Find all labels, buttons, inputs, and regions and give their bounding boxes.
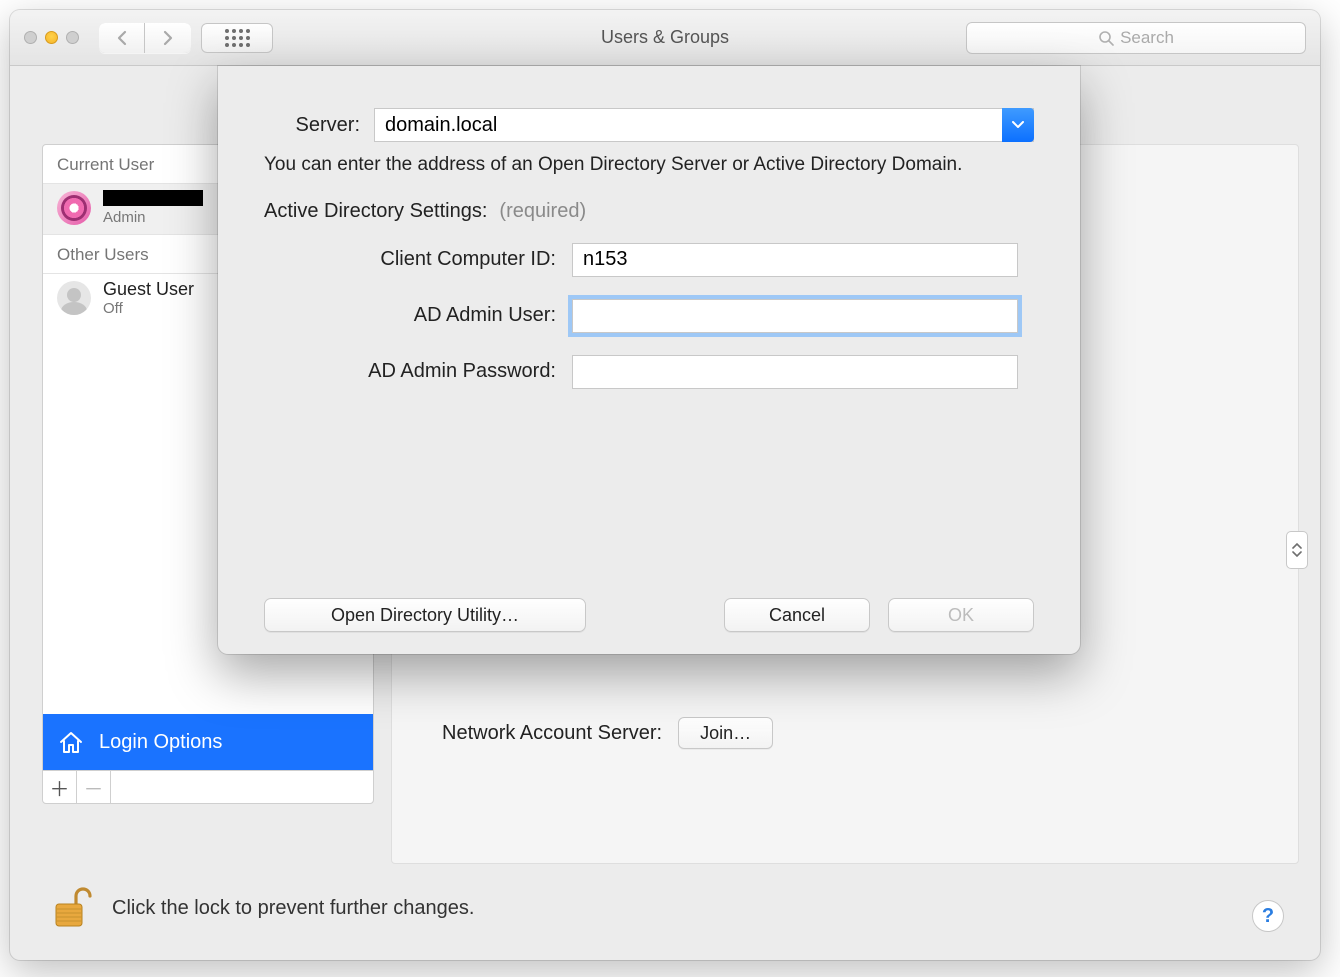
ad-user-label: AD Admin User: (264, 304, 572, 327)
network-account-server-row: Network Account Server: Join… (442, 717, 773, 749)
ok-button[interactable]: OK (888, 598, 1034, 632)
back-button[interactable] (99, 23, 145, 53)
client-id-label: Client Computer ID: (264, 248, 572, 271)
lock-text: Click the lock to prevent further change… (112, 897, 474, 920)
search-placeholder: Search (1120, 28, 1174, 48)
open-directory-utility-button[interactable]: Open Directory Utility… (264, 598, 586, 632)
grid-icon (225, 29, 250, 47)
search-field[interactable]: Search (966, 22, 1306, 54)
stepper[interactable] (1286, 531, 1308, 569)
nav-back-forward (99, 23, 191, 53)
ad-user-input[interactable] (572, 299, 1018, 333)
remove-user-button[interactable]: － (77, 771, 111, 803)
directory-sheet: Server: You can enter the address of an … (218, 66, 1080, 654)
sheet-button-row: Open Directory Utility… Cancel OK (264, 598, 1034, 632)
current-user-role: Admin (103, 209, 203, 226)
chevron-down-icon (1292, 551, 1302, 557)
titlebar: Users & Groups Search (10, 10, 1320, 66)
server-dropdown-button[interactable] (1002, 108, 1034, 142)
avatar (57, 281, 91, 315)
minimize-button[interactable] (45, 31, 58, 44)
current-user-name-redacted (103, 190, 203, 206)
chevron-down-icon (1012, 121, 1024, 129)
search-icon (1098, 30, 1114, 46)
add-remove-bar: ＋ － (43, 770, 373, 803)
unlocked-lock-icon[interactable] (50, 884, 92, 932)
ad-password-label: AD Admin Password: (264, 360, 572, 383)
traffic-lights (24, 31, 79, 44)
close-button[interactable] (24, 31, 37, 44)
server-hint: You can enter the address of an Open Dir… (264, 152, 1034, 178)
lock-row: Click the lock to prevent further change… (50, 884, 474, 932)
join-button[interactable]: Join… (678, 717, 773, 749)
server-input[interactable] (374, 108, 1034, 142)
guest-user-status: Off (103, 300, 194, 317)
ad-settings-label: Active Directory Settings: (264, 200, 487, 223)
chevron-up-icon (1292, 543, 1302, 549)
guest-user-name: Guest User (103, 280, 194, 300)
avatar (57, 191, 91, 225)
add-user-button[interactable]: ＋ (43, 771, 77, 803)
ad-password-input[interactable] (572, 355, 1018, 389)
login-options-row[interactable]: Login Options (43, 714, 373, 770)
required-label: (required) (499, 200, 586, 223)
preferences-window: Users & Groups Search Current User Admin… (10, 10, 1320, 960)
server-combobox[interactable] (374, 108, 1034, 142)
zoom-button[interactable] (66, 31, 79, 44)
client-id-input[interactable] (572, 243, 1018, 277)
network-account-server-label: Network Account Server: (442, 722, 662, 745)
house-icon (57, 728, 85, 756)
show-all-button[interactable] (201, 23, 273, 53)
forward-button[interactable] (145, 23, 191, 53)
cancel-button[interactable]: Cancel (724, 598, 870, 632)
help-button[interactable]: ? (1252, 900, 1284, 932)
ad-settings-header: Active Directory Settings: (required) (264, 200, 1034, 223)
server-label: Server: (264, 114, 360, 137)
login-options-label: Login Options (99, 731, 222, 754)
